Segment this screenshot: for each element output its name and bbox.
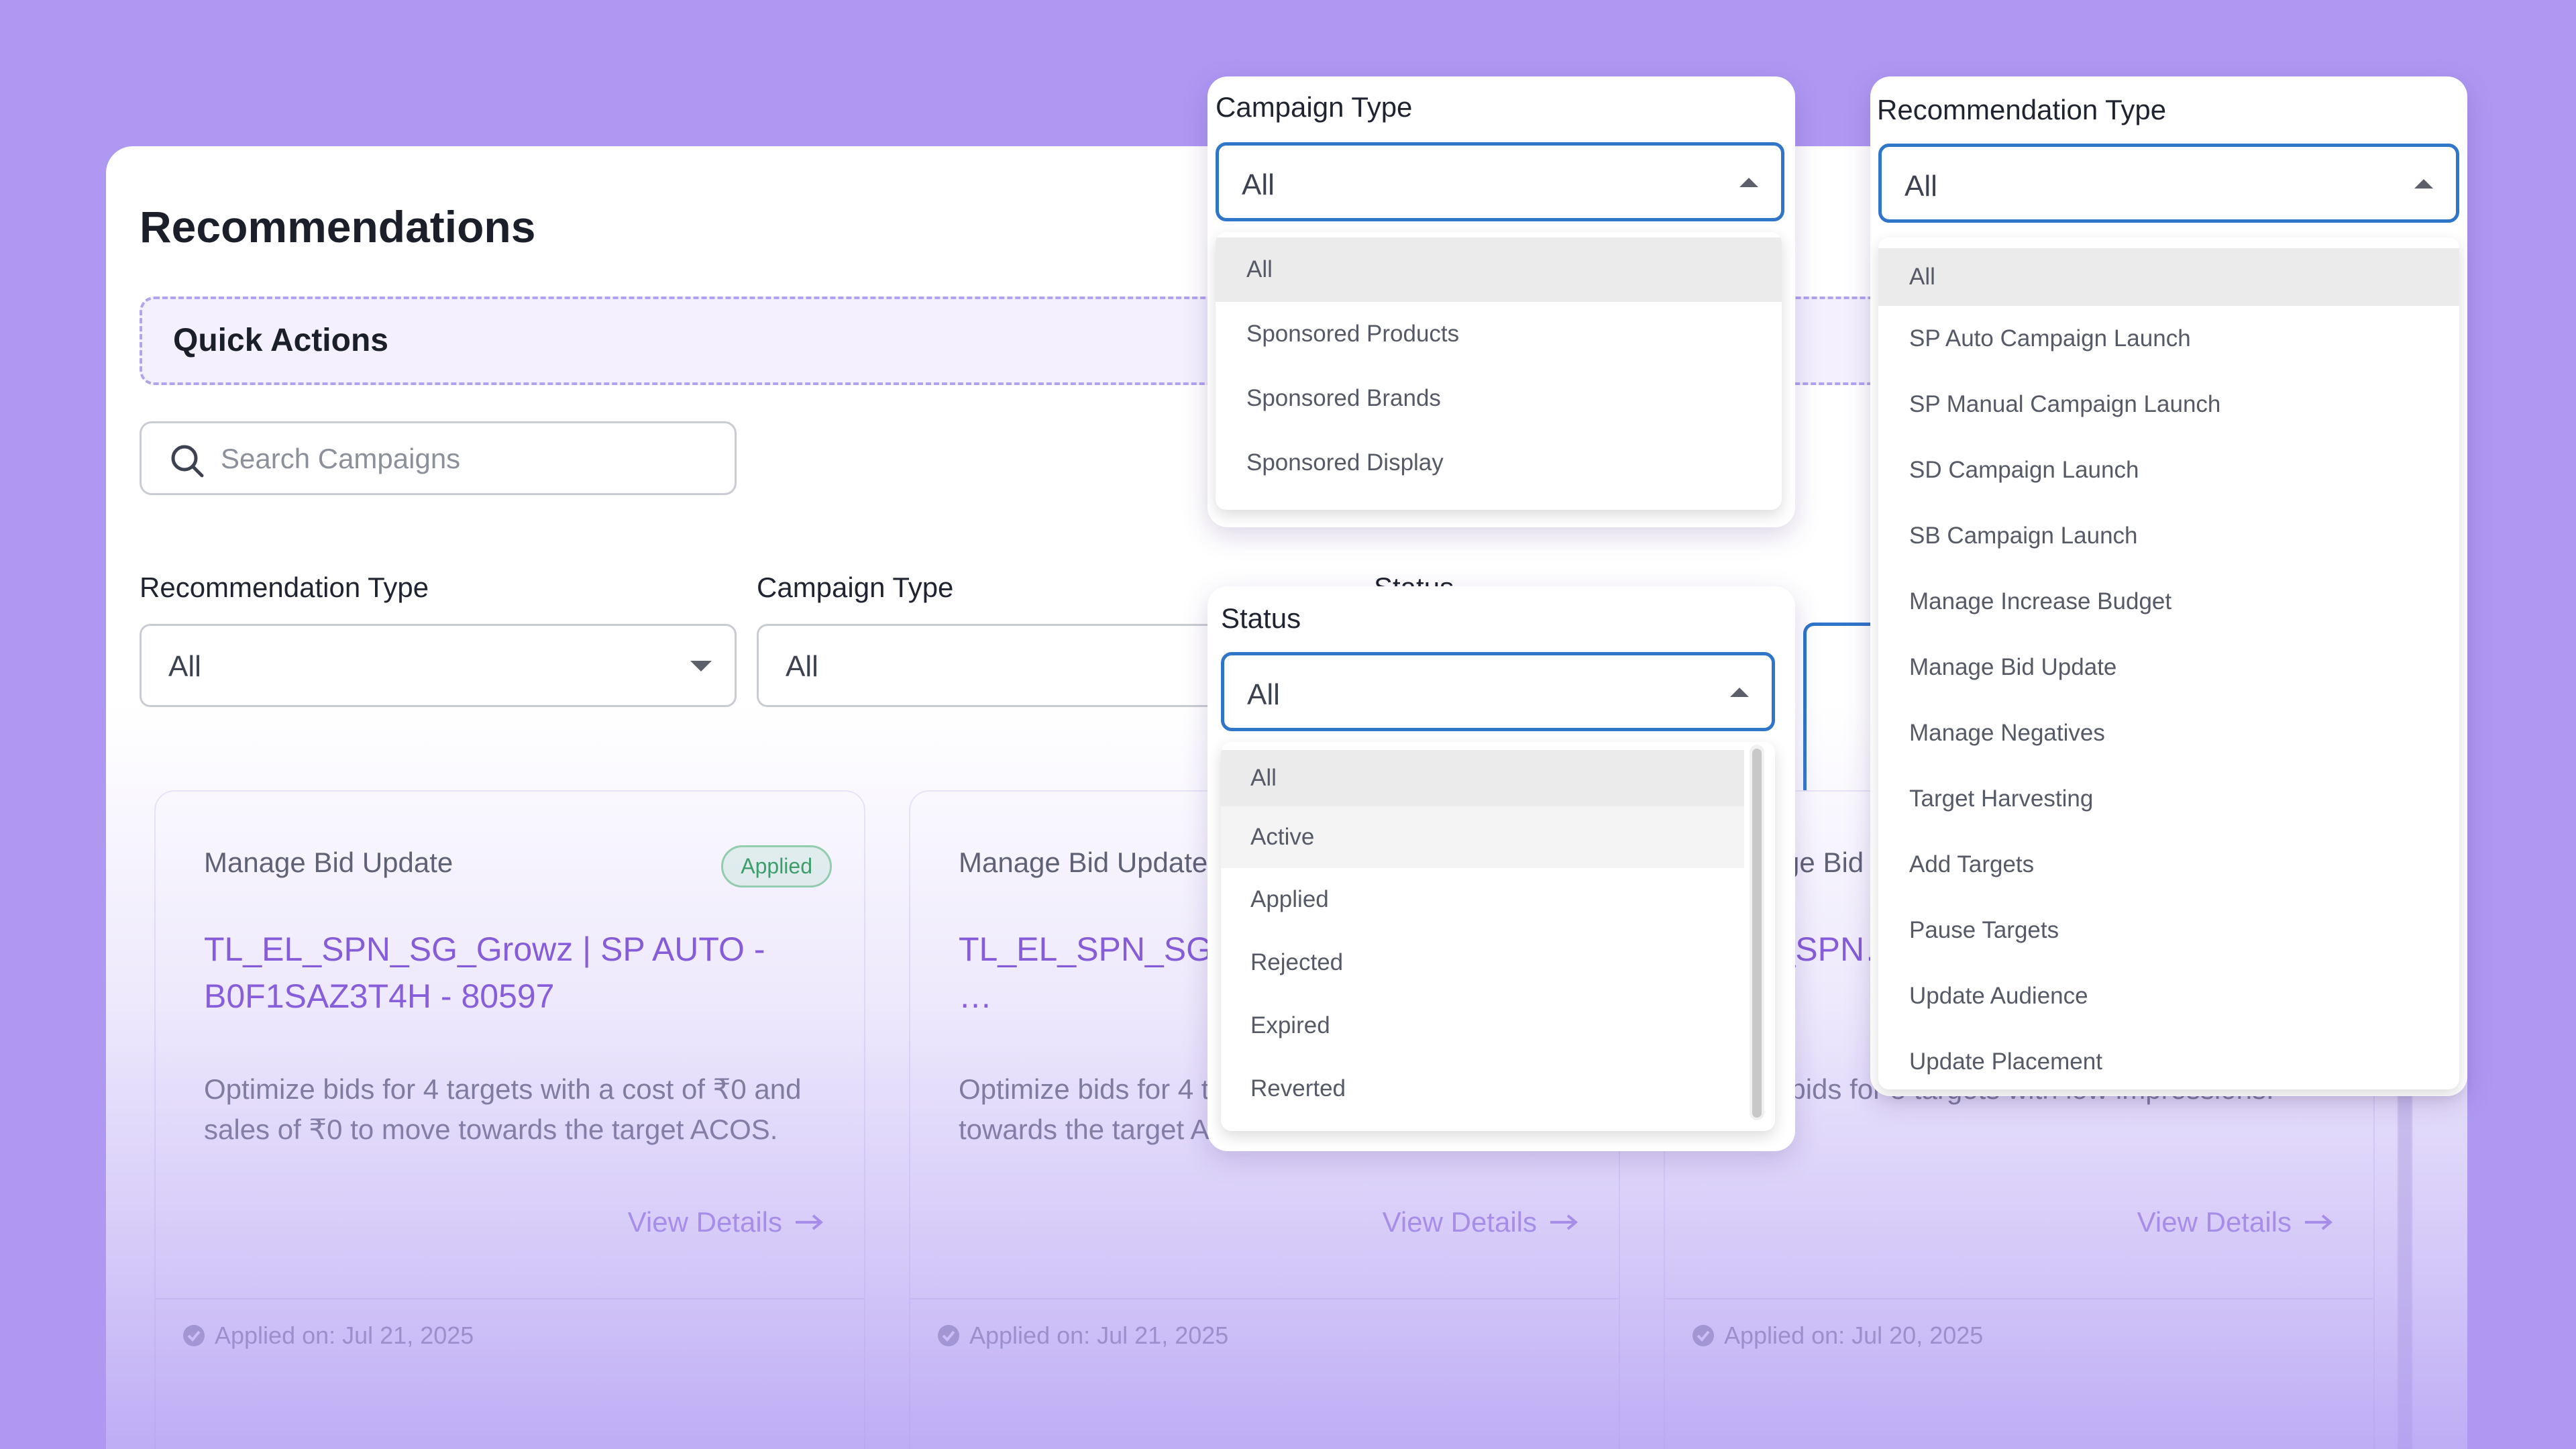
- arrow-right-icon: [796, 1214, 824, 1230]
- recommendation-card[interactable]: Manage Bid Update Applied TL_EL_SPN_SG_G…: [154, 790, 865, 1449]
- card-recommendation-type: Manage Bid Update: [204, 847, 453, 878]
- status-dropdown-value: All: [1247, 678, 1280, 711]
- recommendation-type-option[interactable]: SD Campaign Launch: [1878, 437, 2459, 503]
- status-badge: Applied: [721, 845, 832, 888]
- recommendation-type-select-value: All: [168, 650, 201, 683]
- status-options: All Active Applied Rejected Expired Reve…: [1221, 742, 1775, 1131]
- recommendation-type-options: All SP Auto Campaign Launch SP Manual Ca…: [1878, 237, 2459, 1089]
- recommendation-type-option[interactable]: Manage Increase Budget: [1878, 569, 2459, 635]
- recommendation-type-select[interactable]: All: [140, 624, 737, 707]
- recommendation-type-dropdown-select[interactable]: All: [1878, 144, 2459, 223]
- search-input[interactable]: [221, 437, 717, 481]
- chevron-down-icon: [690, 661, 712, 672]
- recommendation-type-option[interactable]: Pause Targets: [1878, 898, 2459, 963]
- recommendation-type-option[interactable]: SB Campaign Launch: [1878, 503, 2459, 569]
- recommendation-type-filter-label: Recommendation Type: [140, 572, 429, 603]
- campaign-type-filter-label: Campaign Type: [757, 572, 954, 603]
- view-details-link[interactable]: View Details: [2137, 1206, 2333, 1238]
- quick-actions-title: Quick Actions: [173, 323, 388, 358]
- recommendation-type-option[interactable]: SP Auto Campaign Launch: [1878, 306, 2459, 372]
- recommendation-type-option[interactable]: Update Audience: [1878, 963, 2459, 1029]
- card-divider: [910, 1298, 1619, 1299]
- chevron-up-icon: [1739, 178, 1758, 187]
- campaign-type-option[interactable]: Sponsored Display: [1216, 431, 1782, 495]
- applied-date-text: Applied on: Jul 20, 2025: [1724, 1322, 1984, 1349]
- recommendation-type-option[interactable]: Target Harvesting: [1878, 766, 2459, 832]
- check-circle-icon: [1693, 1325, 1714, 1346]
- status-dropdown-select[interactable]: All: [1221, 652, 1775, 731]
- campaign-type-options: All Sponsored Products Sponsored Brands …: [1216, 232, 1782, 510]
- recommendation-type-option[interactable]: Manage Bid Update: [1878, 635, 2459, 700]
- card-description: Optimize bids for 4 targets with a cost …: [204, 1073, 802, 1145]
- page-title: Recommendations: [140, 202, 536, 252]
- recommendation-type-option[interactable]: SP Manual Campaign Launch: [1878, 372, 2459, 437]
- campaign-type-option[interactable]: Sponsored Brands: [1216, 366, 1782, 431]
- applied-date: Applied on: Jul 20, 2025: [1692, 1322, 1983, 1350]
- search-box: [140, 421, 737, 495]
- campaign-name-link[interactable]: TL_EL_SPN_SG_Growz | SP AUTO - B0F1SAZ3T…: [204, 926, 808, 1020]
- check-circle-icon: [183, 1325, 205, 1346]
- view-details-link[interactable]: View Details: [628, 1206, 824, 1238]
- campaign-type-dropdown-select[interactable]: All: [1216, 142, 1784, 221]
- check-circle-icon: [938, 1325, 959, 1346]
- status-option[interactable]: Reverted: [1221, 1057, 1744, 1120]
- arrow-right-icon: [2305, 1214, 2333, 1230]
- status-scrollbar-thumb[interactable]: [1752, 749, 1762, 1118]
- recommendation-type-option[interactable]: Update Placement: [1878, 1029, 2459, 1089]
- status-dropdown: Status All All Active Applied Rejected E…: [1208, 586, 1795, 1151]
- status-dropdown-label: Status: [1221, 602, 1301, 634]
- chevron-up-icon: [2414, 179, 2433, 189]
- view-details-link[interactable]: View Details: [1383, 1206, 1578, 1238]
- campaign-type-dropdown-label: Campaign Type: [1216, 91, 1413, 123]
- status-option[interactable]: Active: [1221, 806, 1744, 868]
- status-option[interactable]: Rejected: [1221, 931, 1744, 994]
- applied-date: Applied on: Jul 21, 2025: [937, 1322, 1228, 1350]
- recommendation-type-dropdown-label: Recommendation Type: [1877, 94, 2167, 125]
- applied-date-text: Applied on: Jul 21, 2025: [969, 1322, 1229, 1349]
- campaign-type-option[interactable]: Sponsored Products: [1216, 302, 1782, 366]
- view-details-label: View Details: [2137, 1206, 2292, 1238]
- card-divider: [156, 1298, 864, 1299]
- campaign-type-option[interactable]: All: [1216, 237, 1782, 302]
- view-details-label: View Details: [1382, 1206, 1537, 1238]
- campaign-type-dropdown-value: All: [1242, 168, 1275, 201]
- campaign-type-dropdown: Campaign Type All All Sponsored Products…: [1208, 76, 1795, 527]
- search-icon: [171, 445, 204, 478]
- applied-date-text: Applied on: Jul 21, 2025: [215, 1322, 474, 1349]
- recommendation-type-option[interactable]: All: [1878, 248, 2459, 306]
- campaign-type-select-value: All: [786, 650, 818, 683]
- view-details-label: View Details: [627, 1206, 782, 1238]
- recommendation-type-option[interactable]: Manage Negatives: [1878, 700, 2459, 766]
- card-recommendation-type: Manage Bid Update: [959, 847, 1208, 878]
- card-divider: [1665, 1298, 2373, 1299]
- arrow-right-icon: [1550, 1214, 1578, 1230]
- status-option[interactable]: Applied: [1221, 868, 1744, 931]
- applied-date: Applied on: Jul 21, 2025: [182, 1322, 474, 1350]
- chevron-up-icon: [1730, 688, 1749, 697]
- status-option[interactable]: Expired: [1221, 994, 1744, 1057]
- recommendation-type-dropdown: Recommendation Type All All SP Auto Camp…: [1870, 76, 2467, 1096]
- status-option[interactable]: All: [1221, 750, 1744, 806]
- recommendation-type-dropdown-value: All: [1904, 170, 1937, 203]
- recommendation-type-option[interactable]: Add Targets: [1878, 832, 2459, 898]
